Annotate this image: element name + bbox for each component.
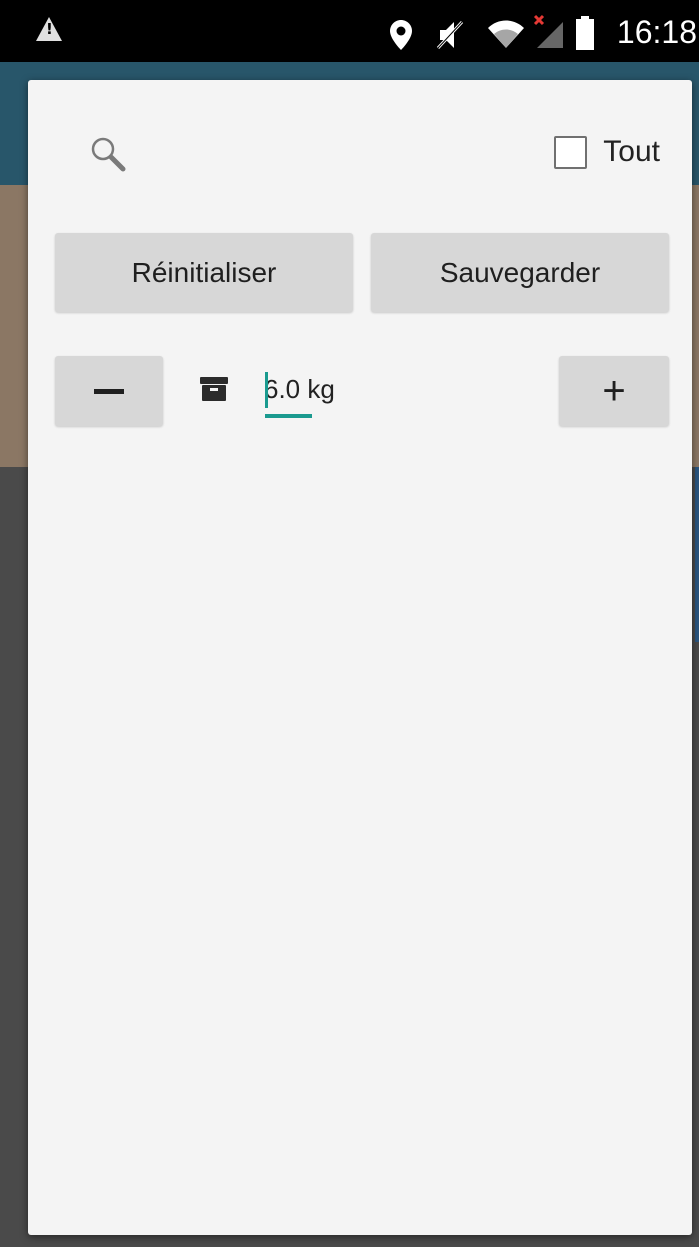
decrement-button[interactable] <box>55 356 163 426</box>
weight-value: 6.0 kg <box>264 374 335 404</box>
no-signal-icon <box>533 14 563 48</box>
minus-icon <box>94 388 124 394</box>
text-cursor <box>265 372 268 408</box>
increment-button[interactable]: + <box>559 356 669 426</box>
wifi-icon <box>488 20 524 48</box>
save-button[interactable]: Sauvegarder <box>371 233 669 312</box>
weight-input[interactable]: 6.0 kg <box>264 366 354 418</box>
weight-input-underline <box>265 414 312 418</box>
select-all-label: Tout <box>603 135 660 168</box>
battery-icon <box>576 16 594 50</box>
weight-dialog: Tout Réinitialiser Sauvegarder 6.0 kg + <box>28 80 692 1235</box>
select-all-checkbox[interactable] <box>554 135 588 169</box>
select-all[interactable]: Tout <box>554 132 660 172</box>
warning-icon <box>36 17 62 41</box>
search-icon[interactable] <box>86 132 130 176</box>
status-bar: 16:18 <box>0 0 699 62</box>
mute-icon <box>436 20 464 50</box>
location-icon <box>390 20 412 50</box>
app-content-edge <box>695 467 699 642</box>
archive-icon <box>200 377 228 401</box>
reset-button[interactable]: Réinitialiser <box>55 233 353 312</box>
clock-time: 16:18 <box>616 14 697 50</box>
